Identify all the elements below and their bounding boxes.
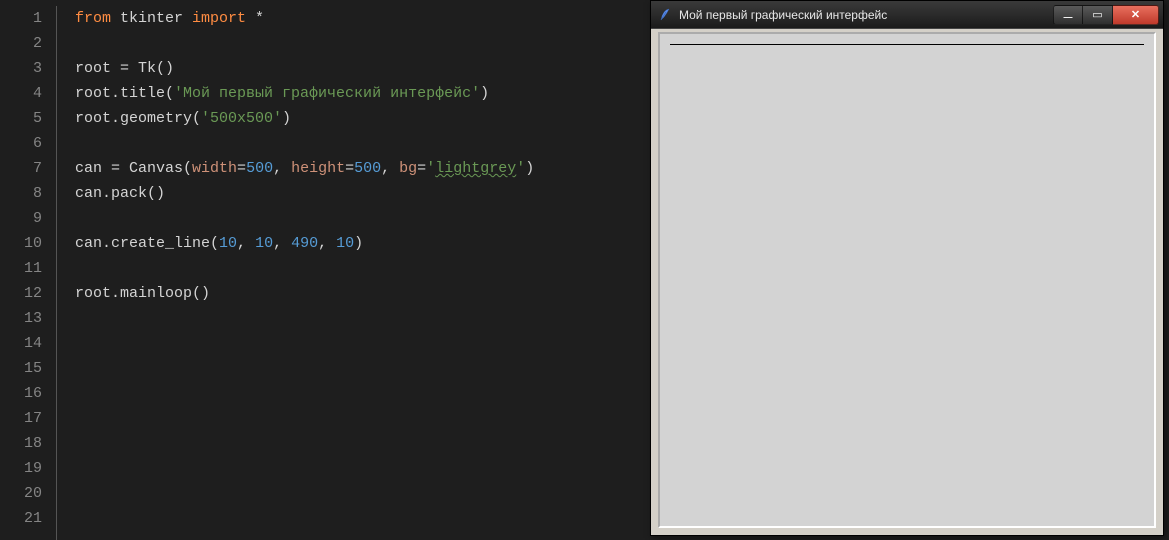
token: = <box>417 160 426 177</box>
tkinter-feather-icon <box>657 7 673 23</box>
line-number: 21 <box>0 506 42 531</box>
line-number: 19 <box>0 456 42 481</box>
gutter-border <box>56 6 57 540</box>
token: height <box>291 160 345 177</box>
line-number: 3 <box>0 56 42 81</box>
token: root.mainloop() <box>75 285 210 302</box>
canvas-drawn-line <box>670 44 1144 45</box>
token: ) <box>354 235 363 252</box>
code-line[interactable] <box>75 406 534 431</box>
code-line[interactable]: from tkinter import * <box>75 6 534 31</box>
token: lightgrey <box>435 160 516 177</box>
code-line[interactable]: root.geometry('500x500') <box>75 106 534 131</box>
line-number: 1 <box>0 6 42 31</box>
token: can.pack() <box>75 185 165 202</box>
line-number: 15 <box>0 356 42 381</box>
token: , <box>318 235 336 252</box>
code-line[interactable] <box>75 306 534 331</box>
line-number: 16 <box>0 381 42 406</box>
token: ) <box>525 160 534 177</box>
title-bar[interactable]: Мой первый графический интерфейс — ▭ ✕ <box>651 1 1163 29</box>
line-number: 18 <box>0 431 42 456</box>
code-line[interactable]: can.pack() <box>75 181 534 206</box>
line-number: 13 <box>0 306 42 331</box>
minimize-button[interactable]: — <box>1053 5 1083 25</box>
output-window[interactable]: Мой первый графический интерфейс — ▭ ✕ <box>650 0 1164 536</box>
code-line[interactable]: can = Canvas(width=500, height=500, bg='… <box>75 156 534 181</box>
line-number: 12 <box>0 281 42 306</box>
close-icon: ✕ <box>1131 8 1140 21</box>
token: root.geometry( <box>75 110 201 127</box>
token: ) <box>282 110 291 127</box>
close-button[interactable]: ✕ <box>1113 5 1159 25</box>
code-line[interactable]: root.title('Мой первый графический интер… <box>75 81 534 106</box>
token: bg <box>399 160 417 177</box>
code-line[interactable]: can.create_line(10, 10, 490, 10) <box>75 231 534 256</box>
token: from <box>75 10 111 27</box>
code-line[interactable] <box>75 431 534 456</box>
token: root = Tk() <box>75 60 174 77</box>
token: 500 <box>354 160 381 177</box>
code-line[interactable] <box>75 481 534 506</box>
client-area <box>655 29 1159 531</box>
code-line[interactable] <box>75 31 534 56</box>
token: = <box>345 160 354 177</box>
line-number: 17 <box>0 406 42 431</box>
code-line[interactable] <box>75 381 534 406</box>
token: 490 <box>291 235 318 252</box>
code-line[interactable] <box>75 356 534 381</box>
line-number: 8 <box>0 181 42 206</box>
token: ) <box>480 85 489 102</box>
token: * <box>246 10 264 27</box>
code-line[interactable] <box>75 256 534 281</box>
token: width <box>192 160 237 177</box>
token: , <box>273 235 291 252</box>
token: 'Мой первый графический интерфейс' <box>174 85 480 102</box>
code-line[interactable]: root = Tk() <box>75 56 534 81</box>
window-controls: — ▭ ✕ <box>1053 5 1159 25</box>
token: , <box>237 235 255 252</box>
token: can.create_line( <box>75 235 219 252</box>
code-line[interactable] <box>75 206 534 231</box>
line-number: 9 <box>0 206 42 231</box>
token: can = Canvas( <box>75 160 192 177</box>
token: import <box>192 10 246 27</box>
token: 10 <box>336 235 354 252</box>
token: = <box>237 160 246 177</box>
maximize-icon: ▭ <box>1092 8 1102 21</box>
line-number: 11 <box>0 256 42 281</box>
line-number: 6 <box>0 131 42 156</box>
token: ' <box>516 160 525 177</box>
code-line[interactable] <box>75 331 534 356</box>
minimize-icon: — <box>1064 12 1073 22</box>
line-number: 10 <box>0 231 42 256</box>
token: , <box>381 160 399 177</box>
line-number: 2 <box>0 31 42 56</box>
line-number: 7 <box>0 156 42 181</box>
line-number-gutter: 123456789101112131415161718192021 <box>0 6 56 540</box>
code-line[interactable] <box>75 456 534 481</box>
tk-canvas <box>658 32 1156 528</box>
line-number: 4 <box>0 81 42 106</box>
token: ' <box>426 160 435 177</box>
window-title: Мой первый графический интерфейс <box>679 8 887 22</box>
line-number: 5 <box>0 106 42 131</box>
token: , <box>273 160 291 177</box>
code-line[interactable]: root.mainloop() <box>75 281 534 306</box>
line-number: 20 <box>0 481 42 506</box>
token: 10 <box>255 235 273 252</box>
token: root.title( <box>75 85 174 102</box>
line-number: 14 <box>0 331 42 356</box>
code-area[interactable]: from tkinter import * root = Tk() root.ti… <box>75 6 534 540</box>
code-line[interactable] <box>75 506 534 531</box>
maximize-button[interactable]: ▭ <box>1083 5 1113 25</box>
token: 10 <box>219 235 237 252</box>
token: 500 <box>246 160 273 177</box>
token: tkinter <box>111 10 192 27</box>
token: '500x500' <box>201 110 282 127</box>
code-line[interactable] <box>75 131 534 156</box>
